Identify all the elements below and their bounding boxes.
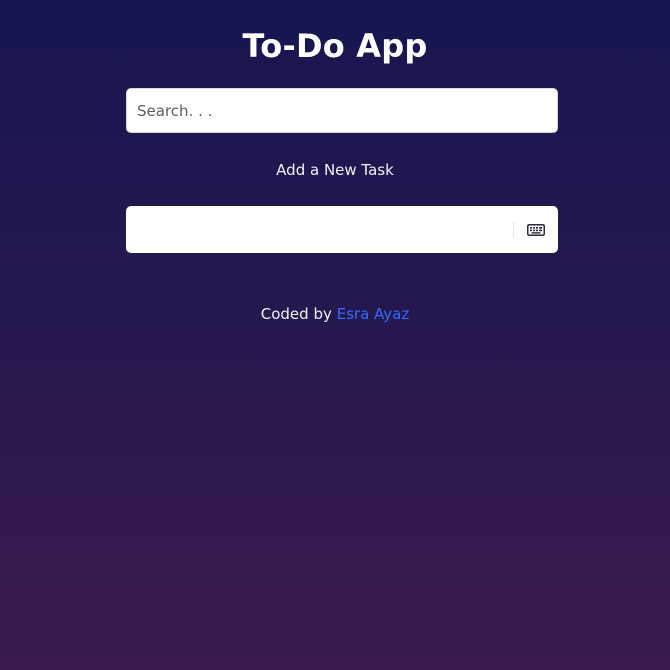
footer-prefix: Coded by [260, 305, 332, 323]
author-link[interactable]: Esra Ayaz [337, 305, 410, 323]
new-task-box [126, 206, 558, 253]
keyboard-icon [527, 223, 545, 236]
keyboard-button[interactable] [514, 206, 558, 253]
add-task-label: Add a New Task [276, 161, 394, 179]
footer-credit: Coded by Esra Ayaz [0, 304, 670, 324]
new-task-input[interactable] [126, 206, 513, 253]
todo-app-page: To-Do App Add a New Task Coded by Esra A… [0, 0, 670, 670]
page-title: To-Do App [242, 27, 428, 65]
search-box [126, 88, 558, 133]
search-input[interactable] [127, 89, 557, 132]
